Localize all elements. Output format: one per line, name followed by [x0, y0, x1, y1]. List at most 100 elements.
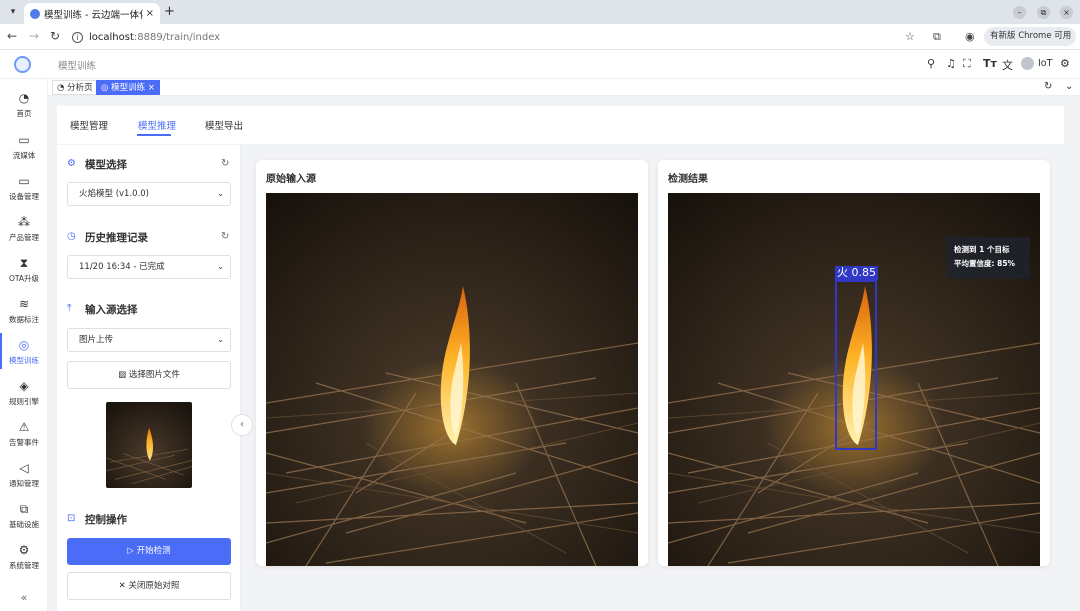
url-host: localhost — [89, 31, 134, 43]
diamond-icon: ◈ — [19, 379, 29, 393]
history-select[interactable]: 11/20 16:34 - 已完成 ⌄ — [67, 255, 231, 279]
input-source-select[interactable]: 图片上传 ⌄ — [67, 328, 231, 352]
close-window-button[interactable]: × — [1060, 6, 1073, 19]
original-image — [266, 193, 638, 566]
browser-tab[interactable]: 模型训练 - 云边端一体化 × — [24, 3, 160, 24]
input-source-title: 输入源选择 — [85, 304, 138, 316]
close-tab-icon[interactable]: × — [146, 8, 154, 19]
settings-gear-icon[interactable]: ⚙ — [1060, 57, 1070, 70]
start-detection-button[interactable]: ▷ 开始检测 — [67, 538, 231, 565]
detection-result-card: 检测结果 火 0.85 检测到 1 个目标 平均置信度: 85% — [658, 160, 1050, 566]
sidebar-item-label: 规则引擎 — [9, 397, 39, 406]
site-info-icon[interactable]: i — [72, 31, 83, 43]
tab-model-management[interactable]: 模型管理 — [70, 118, 108, 132]
sidebar-item-label: 告警事件 — [9, 438, 39, 447]
sidebar-item-label: 系统管理 — [9, 561, 39, 570]
detection-label: 火 0.85 — [835, 266, 878, 280]
minimize-window-button[interactable]: – — [1013, 6, 1026, 19]
back-arrow-icon[interactable]: ← — [5, 29, 19, 43]
active-tab-underline — [137, 134, 171, 136]
chevron-down-icon: ⌄ — [217, 189, 224, 198]
detection-summary: 检测到 1 个目标 平均置信度: 85% — [946, 237, 1030, 279]
choose-image-button[interactable]: ▨ 选择图片文件 — [67, 361, 231, 389]
choose-image-label: 选择图片文件 — [128, 370, 180, 380]
bookmark-star-icon[interactable]: ☆ — [905, 30, 915, 43]
forward-arrow-icon[interactable]: → — [27, 29, 41, 43]
tab-model-inference[interactable]: 模型推理 — [138, 118, 176, 132]
sidebar-item-label: 产品管理 — [9, 233, 39, 242]
sidebar-collapse-icon[interactable]: « — [0, 591, 48, 604]
new-tab-button[interactable]: + — [164, 4, 175, 19]
sidebar-item-diamond[interactable]: ◈ 规则引擎 — [0, 374, 48, 414]
sidebar-item-layers[interactable]: ⧉ 基础设施 — [0, 497, 48, 537]
gear-icon: ⚙ — [18, 543, 30, 557]
user-name[interactable]: IoT — [1038, 58, 1052, 69]
model-select-title: 模型选择 — [85, 159, 127, 171]
page-tab-label: 分析页 — [67, 83, 93, 93]
profile-icon[interactable]: ◉ — [965, 30, 975, 43]
url-input[interactable]: i localhost :8889/train/index — [72, 27, 892, 47]
history-refresh-icon[interactable]: ↻ — [221, 231, 229, 242]
sidebar-item-monitor[interactable]: ▭ 设备管理 — [0, 169, 48, 209]
chrome-update-label: 有新版 Chrome 可用 — [990, 31, 1072, 41]
model-select[interactable]: 火焰模型 (v1.0.0) ⌄ — [67, 182, 231, 206]
hourglass-icon: ⧗ — [19, 256, 29, 270]
sidebar-item-nodes[interactable]: ⁂ 产品管理 — [0, 210, 48, 250]
search-icon[interactable]: ⚲ — [927, 57, 935, 70]
restore-window-button[interactable]: ⧉ — [1037, 6, 1050, 19]
sidebar-item-database[interactable]: ≋ 数据标注 — [0, 292, 48, 332]
page-tab-strip: ◔ 分析页 ◎ 模型训练 × ↻ ⌄ — [48, 79, 1080, 96]
model-refresh-icon[interactable]: ↻ — [221, 158, 229, 169]
collapse-panel-chevron-icon[interactable]: ‹ — [231, 414, 253, 436]
model-train-tab-icon: ◎ — [101, 83, 109, 93]
fullscreen-icon[interactable]: ⛶ — [963, 57, 971, 71]
history-title: 历史推理记录 — [85, 232, 148, 244]
sidebar-item-label: 首页 — [16, 109, 32, 118]
original-input-card: 原始输入源 — [256, 160, 648, 566]
sidebar-item-gear[interactable]: ⚙ 系统管理 — [0, 538, 48, 578]
chevron-down-icon: ⌄ — [217, 335, 224, 344]
sidebar-item-alarm[interactable]: ⚠ 告警事件 — [0, 415, 48, 455]
detection-bounding-box: 火 0.85 — [835, 266, 878, 450]
sidebar-item-dashboard[interactable]: ◔ 首页 — [0, 86, 48, 126]
refresh-tab-icon[interactable]: ↻ — [1044, 81, 1052, 92]
layers-icon: ⧉ — [19, 502, 29, 516]
model-select-value: 火焰模型 (v1.0.0) — [79, 189, 149, 199]
sidebar-item-brain[interactable]: ◎ 模型训练 — [0, 333, 48, 373]
brain-icon: ◎ — [18, 338, 30, 352]
sidebar-item-hourglass[interactable]: ⧗ OTA升级 — [0, 251, 48, 291]
sidebar-item-speaker[interactable]: ◁ 通知管理 — [0, 456, 48, 496]
tab-list-chevron-icon[interactable]: ▾ — [6, 5, 20, 19]
play-icon: ▷ — [127, 546, 134, 556]
sidebar-item-video[interactable]: ▭ 流媒体 — [0, 128, 48, 168]
tab-menu-chevron-icon[interactable]: ⌄ — [1065, 81, 1073, 92]
font-size-icon[interactable]: Tт — [983, 57, 997, 70]
avatar[interactable] — [1021, 57, 1034, 70]
close-compare-button[interactable]: ✕ 关闭原始对照 — [67, 572, 231, 600]
history-select-value: 11/20 16:34 - 已完成 — [79, 262, 165, 272]
chevron-down-icon: ⌄ — [217, 262, 224, 271]
address-bar-row: ← → ↻ i localhost :8889/train/index ☆ ⧉ … — [0, 24, 1080, 60]
model-settings-icon: ⚙ — [67, 158, 76, 169]
reload-icon[interactable]: ↻ — [48, 29, 62, 43]
translate-icon[interactable]: 文 — [1002, 57, 1013, 73]
bell-icon[interactable]: ♫ — [946, 57, 956, 70]
page-tab-analysis[interactable]: ◔ 分析页 — [52, 80, 98, 95]
tab-model-export[interactable]: 模型导出 — [205, 118, 243, 132]
result-image: 火 0.85 检测到 1 个目标 平均置信度: 85% — [668, 193, 1040, 566]
video-icon: ▭ — [18, 133, 30, 147]
close-page-tab-icon[interactable]: × — [148, 83, 155, 93]
detection-result-title: 检测结果 — [668, 174, 708, 185]
chrome-update-button[interactable]: 有新版 Chrome 可用 ⋮ — [984, 27, 1076, 60]
page-tab-model-train[interactable]: ◎ 模型训练 × — [96, 80, 160, 95]
browser-tab-bar: ▾ 模型训练 - 云边端一体化 × + – ⧉ × — [0, 0, 1080, 24]
extensions-icon[interactable]: ⧉ — [933, 30, 941, 44]
sidebar-item-label: 模型训练 — [9, 356, 39, 365]
dashboard-icon: ◔ — [18, 91, 30, 105]
analysis-tab-icon: ◔ — [57, 83, 65, 93]
sidebar-item-label: 流媒体 — [12, 151, 36, 160]
app-logo — [14, 56, 31, 73]
image-icon: ▨ — [118, 370, 127, 380]
page-tab-label: 模型训练 — [111, 83, 146, 93]
favicon-icon — [30, 8, 40, 19]
